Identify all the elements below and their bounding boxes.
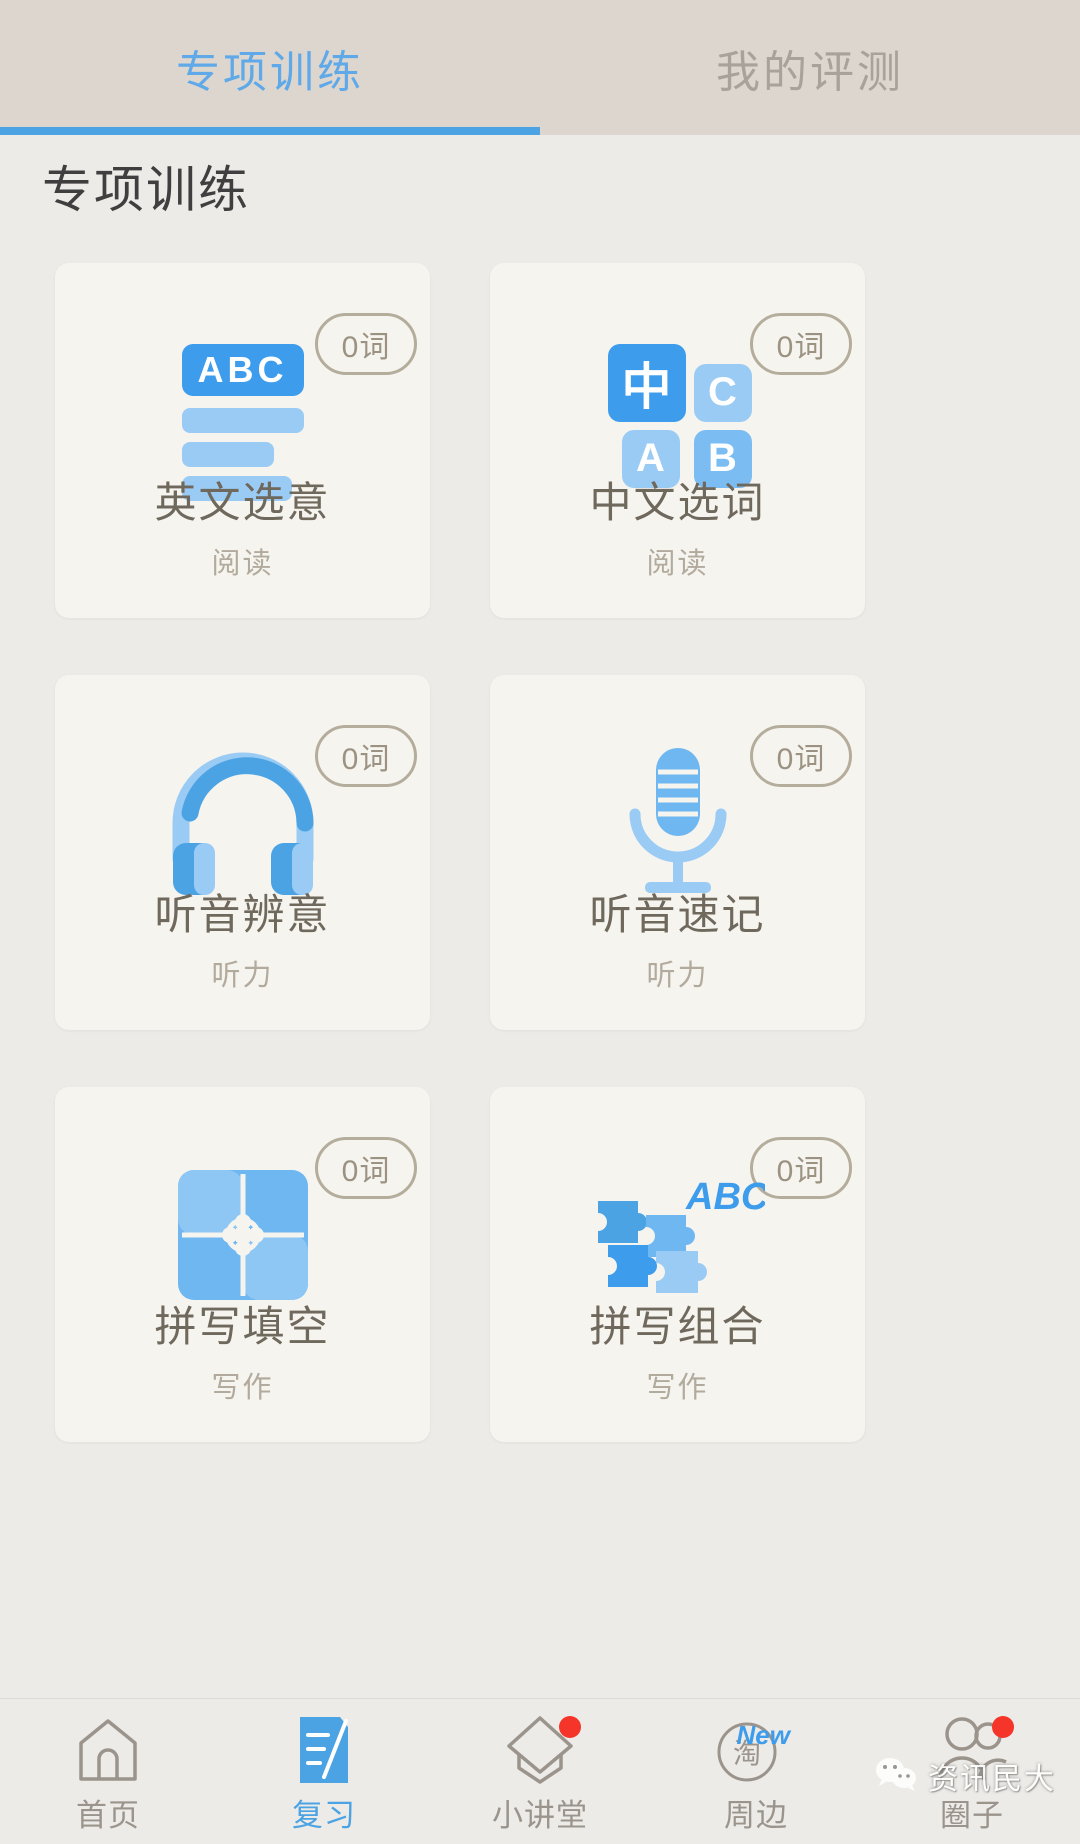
card-title: 拼写组合 (589, 1303, 766, 1350)
card-chinese-word[interactable]: 0词 中 C A B 中文选词 阅读 (490, 263, 865, 618)
tile-zh: 中 (607, 343, 686, 422)
card-title: 听音速记 (589, 891, 766, 938)
card-title: 听音辨意 (154, 891, 331, 938)
tab-my-assessment[interactable]: 我的评测 (540, 0, 1080, 135)
top-tab-bar: 专项训练 我的评测 (0, 0, 1080, 135)
abc-label: ABC (181, 343, 304, 396)
home-icon (77, 1714, 139, 1786)
card-listen-meaning[interactable]: 0词 听音辨意 听力 (55, 675, 430, 1030)
graduation-cap-icon (505, 1714, 581, 1786)
new-badge: New (736, 1720, 790, 1750)
tab-label: 我的评测 (716, 47, 904, 97)
taobao-icon: 淘 New (696, 1714, 816, 1786)
zh-cab-tiles-icon: 中 C A B (607, 343, 752, 488)
tab-label: 专项训练 (176, 47, 364, 97)
nav-label: 首页 (76, 1798, 140, 1833)
people-icon (934, 1714, 1014, 1786)
card-subtitle: 听力 (646, 960, 709, 992)
puzzle-abc-icon: ABC (590, 1165, 769, 1305)
app-root: 专项训练 我的评测 专项训练 0词 ABC 英文选意 阅读 0词 中 C A B… (0, 0, 1080, 1844)
card-english-meaning[interactable]: 0词 ABC 英文选意 阅读 (55, 263, 430, 618)
card-title: 拼写填空 (154, 1303, 331, 1350)
headphones-icon (163, 751, 323, 896)
nav-label: 周边 (724, 1798, 788, 1833)
card-icon-wrap: ABC (55, 331, 430, 501)
card-title: 中文选词 (589, 479, 766, 526)
nav-label: 圈子 (940, 1798, 1004, 1833)
card-listen-shorthand[interactable]: 0词 听音速记 听力 (490, 675, 865, 1030)
abc-label: ABC (685, 1176, 765, 1218)
tile-c: C (693, 363, 752, 422)
page-title: 专项训练 (42, 162, 250, 218)
card-subtitle: 阅读 (211, 548, 274, 580)
puzzle-square-icon (177, 1170, 308, 1300)
card-spelling-combine[interactable]: 0词 ABC 拼写组合 写作 (490, 1087, 865, 1442)
notification-dot (992, 1716, 1014, 1738)
nav-item-home[interactable]: 首页 (0, 1699, 216, 1844)
nav-label: 复习 (292, 1798, 356, 1833)
tab-active-indicator (0, 127, 540, 135)
card-subtitle: 阅读 (646, 548, 709, 580)
card-subtitle: 写作 (211, 1372, 274, 1404)
bottom-navigation-bar: 首页 复习 小讲堂 淘 New 周边 圈子 (0, 1698, 1080, 1844)
card-subtitle: 听力 (211, 960, 274, 992)
notification-dot (559, 1716, 581, 1738)
card-icon-wrap: 中 C A B (490, 331, 865, 491)
nav-item-circle[interactable]: 圈子 (864, 1699, 1080, 1844)
nav-item-review[interactable]: 复习 (216, 1699, 432, 1844)
card-title: 英文选意 (154, 479, 331, 526)
card-icon-wrap (55, 743, 430, 903)
training-card-grid: 0词 ABC 英文选意 阅读 0词 中 C A B 中文选词 阅读 0词 听音辨… (55, 263, 1025, 1442)
nav-label: 小讲堂 (492, 1798, 588, 1833)
tab-special-training[interactable]: 专项训练 (0, 0, 540, 135)
abc-lines-icon: ABC (168, 343, 318, 501)
card-spelling-fill[interactable]: 0词 拼写填空 写作 (55, 1087, 430, 1442)
text-line-icon (181, 407, 304, 433)
nav-item-lecture[interactable]: 小讲堂 (432, 1699, 648, 1844)
card-icon-wrap (490, 743, 865, 903)
nav-item-shop[interactable]: 淘 New 周边 (648, 1699, 864, 1844)
card-icon-wrap: ABC (490, 1155, 865, 1315)
notebook-icon (294, 1714, 354, 1786)
text-line-icon (181, 441, 274, 467)
microphone-icon (613, 746, 743, 901)
card-subtitle: 写作 (646, 1372, 709, 1404)
card-icon-wrap (55, 1155, 430, 1315)
